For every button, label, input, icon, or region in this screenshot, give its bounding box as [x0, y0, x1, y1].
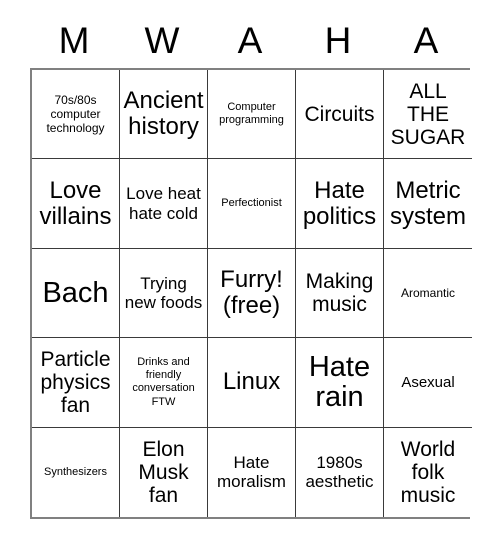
bingo-cell[interactable]: Elon Musk fan	[120, 427, 208, 517]
bingo-cell[interactable]: Making music	[296, 248, 384, 339]
bingo-cell[interactable]: Bach	[32, 248, 120, 339]
bingo-cell[interactable]: Ancient history	[120, 70, 208, 160]
bingo-cell-label: Hate moralism	[217, 452, 286, 492]
bingo-cell[interactable]: Asexual	[384, 338, 472, 428]
bingo-cell-label: Hate rain	[308, 350, 371, 414]
header-letter-1: M	[58, 19, 90, 61]
bingo-cell-label: Love heat hate cold	[126, 184, 201, 223]
bingo-cell[interactable]: Particle physics fan	[32, 338, 120, 428]
bingo-cell-label: 1980s aesthetic	[305, 452, 374, 492]
bingo-cell-label: Asexual	[401, 373, 455, 391]
bingo-cell-label: Aromantic	[400, 285, 456, 300]
bingo-cell-label: Perfectionist	[221, 196, 282, 209]
bingo-cell[interactable]: Trying new foods	[120, 248, 208, 339]
bingo-cell[interactable]: Synthesizers	[32, 427, 120, 517]
bingo-cell[interactable]: Furry! (free)	[208, 248, 296, 339]
header-letter-5: A	[413, 19, 439, 61]
bingo-cell-label: Linux	[222, 368, 281, 396]
bingo-cell[interactable]: Linux	[208, 338, 296, 428]
bingo-cell[interactable]: Aromantic	[384, 248, 472, 339]
bingo-cell[interactable]: Metric system	[384, 159, 472, 249]
bingo-cell[interactable]: Love villains	[32, 159, 120, 249]
bingo-card: M W A H A 70s/80s computer technology An…	[30, 12, 472, 519]
bingo-cell[interactable]: World folk music	[384, 427, 472, 517]
bingo-cell-label: 70s/80s computer technology	[46, 92, 105, 136]
bingo-cell-label: Computer programming	[219, 100, 284, 127]
bingo-cell[interactable]: Hate moralism	[208, 427, 296, 517]
bingo-cell[interactable]: Computer programming	[208, 70, 296, 160]
header-letter-4: H	[324, 19, 352, 61]
bingo-cell[interactable]: Perfectionist	[208, 159, 296, 249]
header-letter-2: W	[144, 19, 180, 61]
bingo-cell-label: Particle physics fan	[40, 347, 111, 417]
bingo-header-row: M W A H A	[30, 12, 470, 68]
bingo-cell-label: Trying new foods	[124, 273, 203, 312]
bingo-cell[interactable]: ALL THE SUGAR	[384, 70, 472, 160]
bingo-cell[interactable]: Hate politics	[296, 159, 384, 249]
bingo-cell-label: Making music	[305, 269, 374, 316]
bingo-cell-label: Elon Musk fan	[138, 437, 189, 507]
bingo-cell[interactable]: Drinks and friendly conversation FTW	[120, 338, 208, 428]
bingo-cell-label: ALL THE SUGAR	[390, 79, 466, 149]
bingo-grid: 70s/80s computer technology Ancient hist…	[30, 68, 472, 519]
bingo-cell-label: Furry! (free)	[220, 266, 283, 319]
bingo-cell-label: Hate politics	[302, 176, 377, 230]
header-letter-3: A	[237, 19, 263, 61]
bingo-cell-label: Ancient history	[123, 87, 204, 141]
bingo-cell-label: World folk music	[400, 437, 456, 507]
bingo-cell-label: Metric system	[389, 176, 466, 230]
bingo-cell-label: Circuits	[304, 102, 375, 126]
bingo-cell[interactable]: 1980s aesthetic	[296, 427, 384, 517]
bingo-cell-label: Drinks and friendly conversation FTW	[132, 355, 195, 408]
bingo-cell-label: Love villains	[39, 176, 112, 230]
bingo-cell-label: Bach	[42, 276, 109, 309]
bingo-cell[interactable]: Hate rain	[296, 338, 384, 428]
bingo-cell-label: Synthesizers	[44, 465, 107, 478]
bingo-cell[interactable]: Circuits	[296, 70, 384, 160]
bingo-cell[interactable]: Love heat hate cold	[120, 159, 208, 249]
bingo-cell[interactable]: 70s/80s computer technology	[32, 70, 120, 160]
